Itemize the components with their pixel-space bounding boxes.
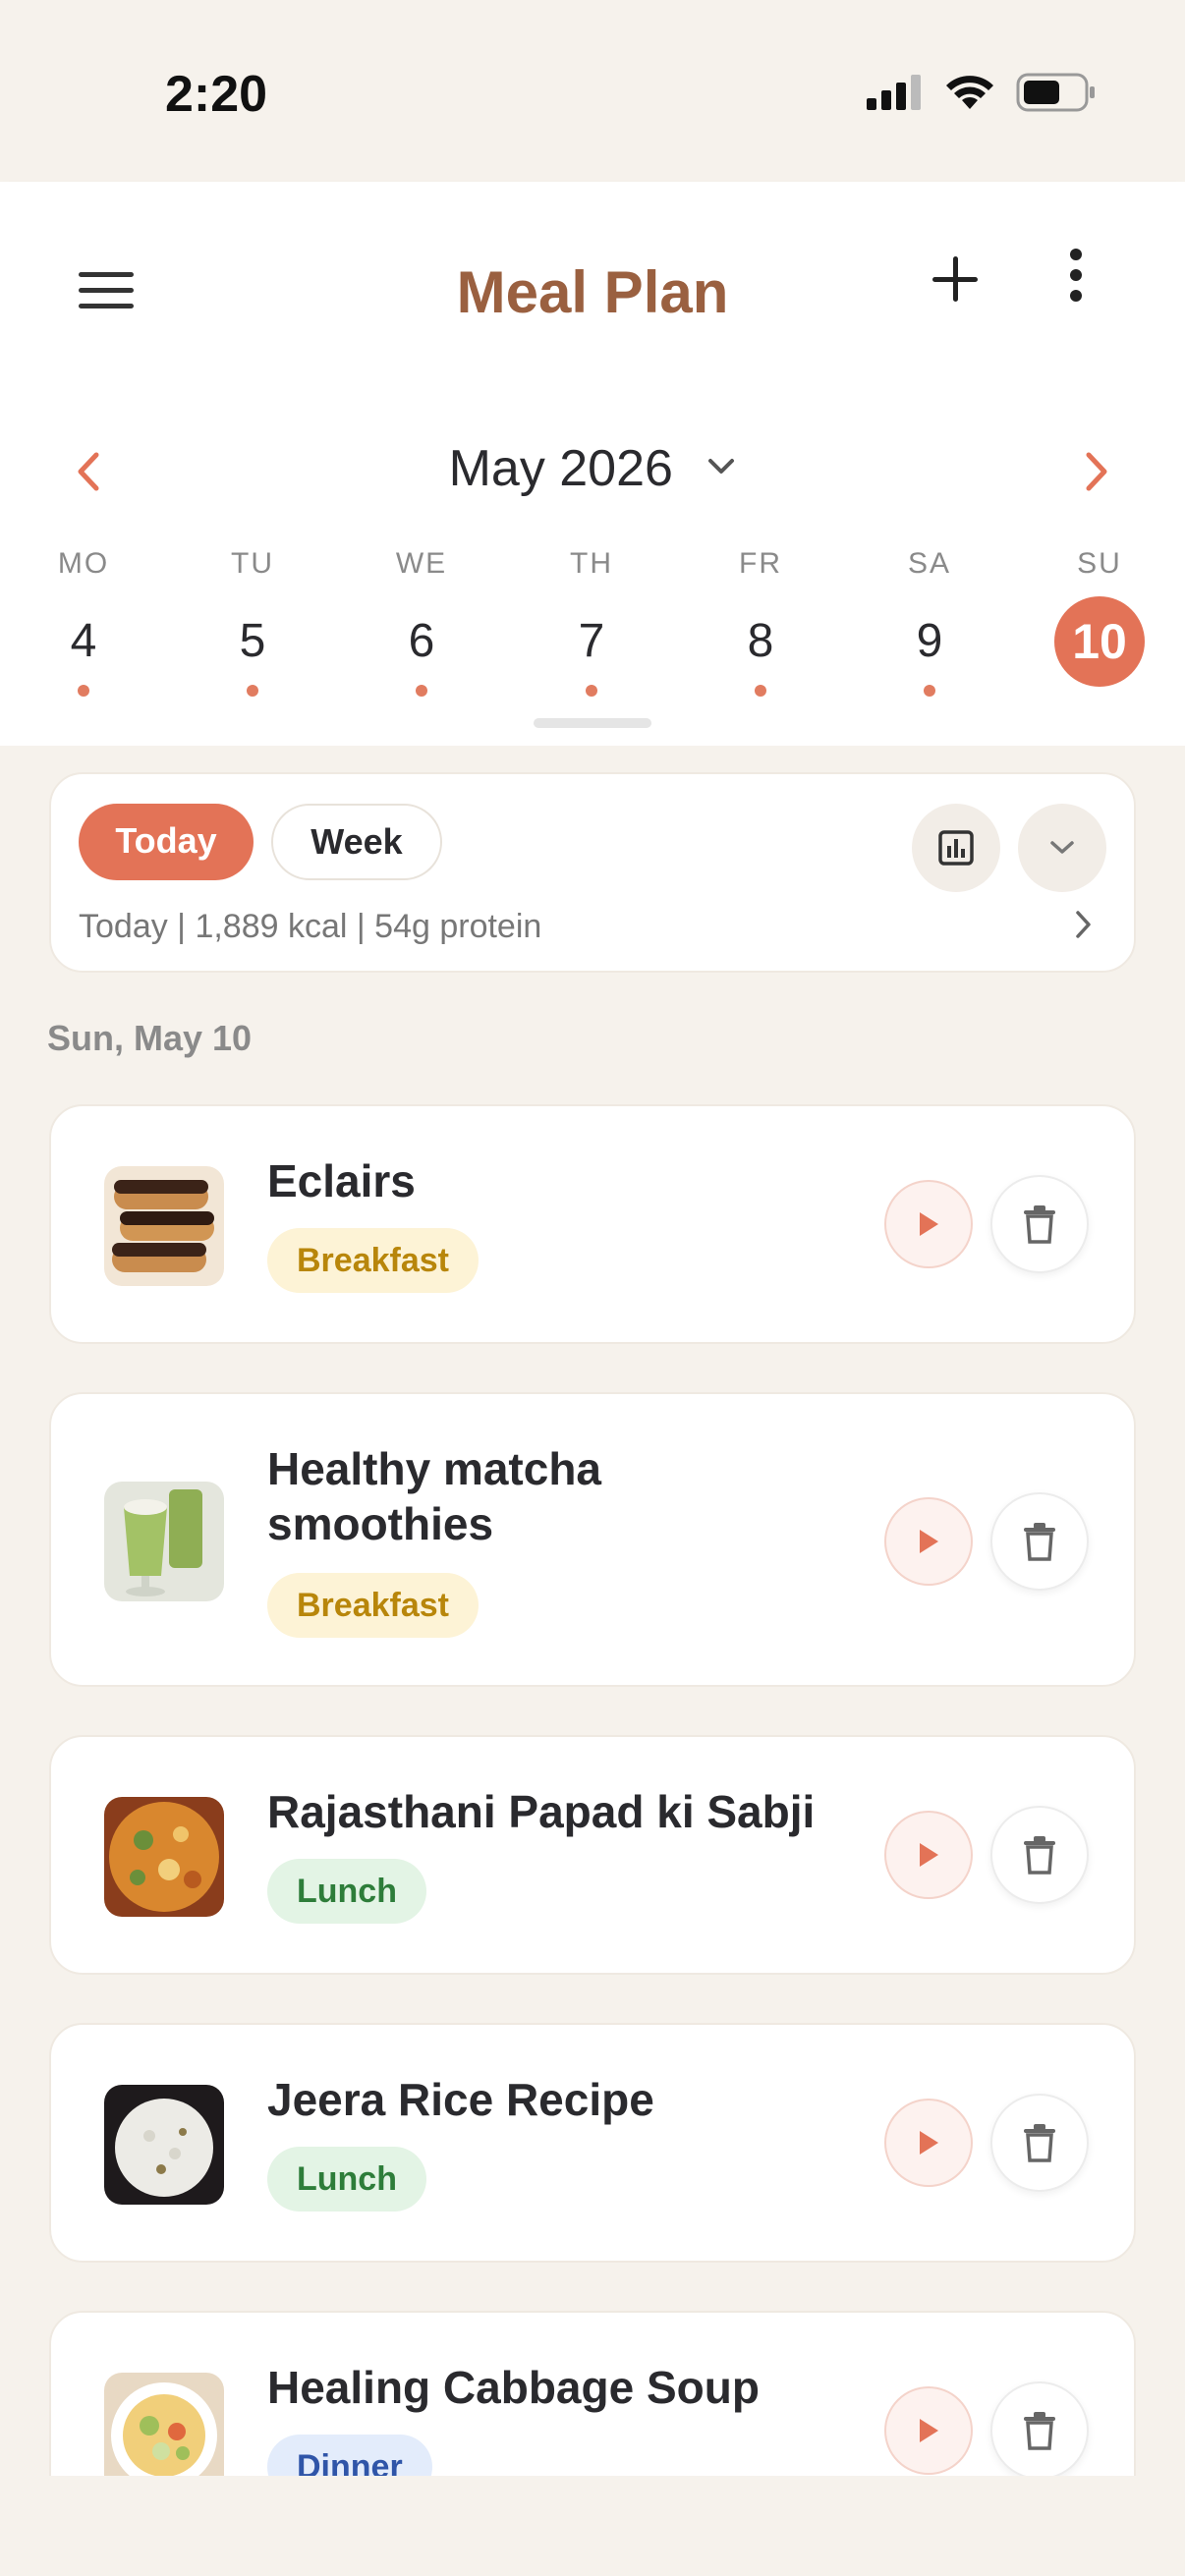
meal-type-badge: Lunch bbox=[267, 2147, 426, 2212]
play-icon bbox=[920, 1212, 938, 1236]
meal-name: Jeera Rice Recipe bbox=[267, 2074, 654, 2125]
meal-name: Eclairs bbox=[267, 1155, 416, 1206]
play-icon bbox=[920, 1843, 938, 1867]
meal-name: Rajasthani Papad ki Sabji bbox=[267, 1786, 816, 1837]
meal-image bbox=[104, 1482, 224, 1601]
meal-card[interactable]: Rajasthani Papad ki Sabji Lunch bbox=[49, 1735, 1136, 1975]
play-button[interactable] bbox=[884, 1497, 973, 1586]
trash-icon bbox=[1024, 1523, 1055, 1561]
delete-button[interactable] bbox=[990, 1175, 1089, 1273]
meal-type-badge: Lunch bbox=[267, 1859, 426, 1924]
meal-image bbox=[104, 2085, 224, 2205]
meal-type-badge: Dinner bbox=[267, 2435, 432, 2476]
trash-icon bbox=[1024, 1836, 1055, 1875]
play-icon bbox=[920, 2131, 938, 2155]
trash-icon bbox=[1024, 2412, 1055, 2450]
play-icon bbox=[920, 2419, 938, 2442]
play-icon bbox=[920, 1530, 938, 1553]
meal-image bbox=[104, 1166, 224, 1286]
meal-card[interactable]: Jeera Rice Recipe Lunch bbox=[49, 2023, 1136, 2263]
play-button[interactable] bbox=[884, 2099, 973, 2187]
trash-icon bbox=[1024, 1205, 1055, 1244]
delete-button[interactable] bbox=[990, 2381, 1089, 2476]
meal-card[interactable]: Healthy matcha smoothies Breakfast bbox=[49, 1392, 1136, 1687]
play-button[interactable] bbox=[884, 2386, 973, 2475]
trash-icon bbox=[1024, 2124, 1055, 2162]
play-button[interactable] bbox=[884, 1180, 973, 1268]
delete-button[interactable] bbox=[990, 2094, 1089, 2192]
meal-list: Eclairs Breakfast Healthy matcha smoothi… bbox=[0, 0, 1185, 2476]
meal-card[interactable]: Healing Cabbage Soup Dinner bbox=[49, 2311, 1136, 2476]
delete-button[interactable] bbox=[990, 1492, 1089, 1591]
meal-type-badge: Breakfast bbox=[267, 1573, 479, 1638]
bottom-bar-area bbox=[0, 2476, 1185, 2576]
delete-button[interactable] bbox=[990, 1806, 1089, 1904]
meal-name: Healing Cabbage Soup bbox=[267, 2362, 760, 2413]
meal-image bbox=[104, 2373, 224, 2476]
meal-name: Healthy matcha smoothies bbox=[267, 1443, 602, 1549]
play-button[interactable] bbox=[884, 1811, 973, 1899]
meal-image bbox=[104, 1797, 224, 1917]
meal-card[interactable]: Eclairs Breakfast bbox=[49, 1104, 1136, 1344]
meal-type-badge: Breakfast bbox=[267, 1228, 479, 1293]
